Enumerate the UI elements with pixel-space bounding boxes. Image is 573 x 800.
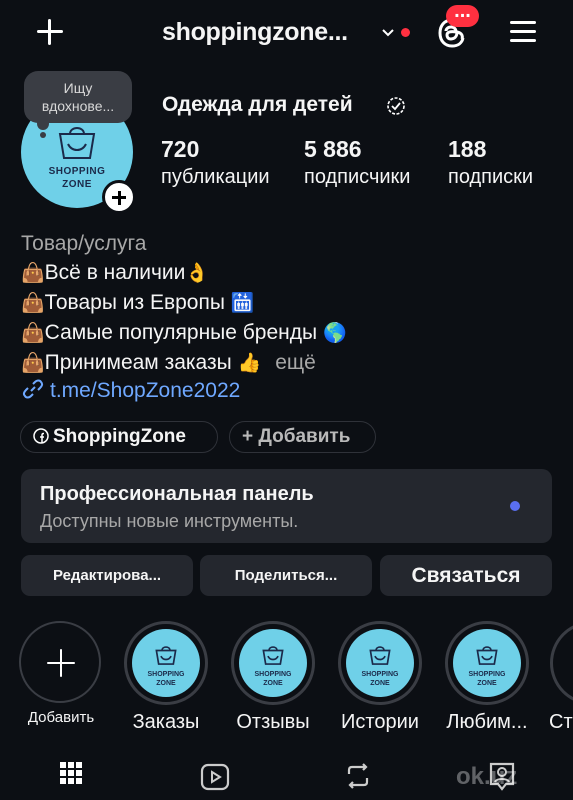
highlight-item[interactable]: SHOPPING ZONE Заказы — [124, 621, 208, 733]
bio-line: 👜Самые популярные бренды 🌎 — [21, 318, 347, 348]
stat-followers[interactable]: 5 886 подписчики — [304, 136, 410, 189]
verified-badge-icon — [387, 97, 405, 115]
add-link-chip[interactable]: + Добавить — [229, 421, 376, 453]
note-text-line1: Ищу — [63, 80, 93, 96]
facebook-chip-label: ShoppingZone — [53, 426, 186, 447]
logo-text-line1: SHOPPING — [48, 166, 106, 177]
bag-emoji: 👜 — [21, 323, 45, 344]
bio-line-text: Всё в наличии — [44, 261, 186, 284]
share-profile-button[interactable]: Поделиться... — [200, 555, 372, 596]
ok-hand-emoji: 👌 — [185, 263, 210, 284]
bag-emoji: 👜 — [21, 353, 45, 374]
note-bubble-tail-small — [40, 132, 46, 138]
bio-more-link[interactable]: ещё — [275, 351, 316, 374]
notification-badge[interactable]: ... — [446, 1, 479, 27]
shopping-bag-icon — [155, 646, 177, 665]
profile-name: Одежда для детей — [162, 93, 353, 116]
highlight-add[interactable]: Добавить — [19, 621, 103, 726]
stat-followers-value: 5 886 — [304, 136, 362, 162]
unread-dot — [401, 28, 410, 37]
edit-profile-button[interactable]: Редактирова... — [21, 555, 193, 596]
logo-text-line1: SHOPPING — [468, 671, 506, 678]
logo-text-line2: ZONE — [477, 680, 497, 687]
grid-icon[interactable] — [60, 762, 82, 784]
bio-line: 👜Всё в наличии👌 — [21, 258, 347, 288]
bio-line-text: Самые популярные бренды — [44, 321, 323, 344]
create-plus-icon[interactable] — [32, 14, 68, 50]
logo-text-line2: ZONE — [156, 680, 176, 687]
bio: Товар/услуга 👜Всё в наличии👌 👜Товары из … — [21, 229, 347, 378]
shopping-bag-icon — [369, 646, 391, 665]
link-icon — [22, 379, 44, 399]
logo-text-line1: SHOPPING — [147, 671, 185, 678]
bag-emoji: 👜 — [21, 263, 45, 284]
logo-text-line1: SHOPPING — [254, 671, 292, 678]
chevron-down-icon[interactable] — [381, 26, 395, 40]
add-story-button[interactable] — [102, 180, 136, 214]
shopping-bag-icon — [476, 646, 498, 665]
shopping-bag-icon — [58, 127, 96, 159]
highlight-item[interactable]: SHOPPING ZONE Отзывы — [231, 621, 315, 733]
watermark: ok.uz — [456, 763, 518, 790]
bio-line: 👜Принимеам заказы 👍 ещё — [21, 348, 347, 378]
facebook-chip[interactable]: ShoppingZone — [20, 421, 218, 453]
highlight-label: Истории — [341, 711, 419, 733]
plus-icon — [19, 621, 101, 703]
reels-icon[interactable] — [200, 762, 230, 792]
highlight-item[interactable]: SHOPPING ZONE Истории — [338, 621, 422, 733]
globe-emoji: 🌎 — [322, 323, 347, 344]
highlight-label: Заказы — [132, 711, 200, 733]
stat-posts-label: публикации — [161, 166, 270, 188]
stat-following-label: подписки — [448, 166, 534, 188]
stat-following[interactable]: 188 подписки — [448, 136, 533, 189]
note-bubble[interactable]: Ищу вдохнове... — [24, 71, 132, 123]
bio-link[interactable]: t.me/ShopZone2022 — [22, 378, 240, 403]
bio-line: 👜Товары из Европы 🛗 — [21, 288, 347, 318]
bio-line-text: Товары из Европы — [44, 291, 231, 314]
facebook-icon — [33, 428, 49, 444]
top-bar: shoppingzone... ... — [0, 0, 573, 68]
highlight-cover: SHOPPING ZONE — [346, 629, 414, 697]
logo-text-line2: ZONE — [263, 680, 283, 687]
pro-panel-subtitle: Доступны новые инструменты. — [40, 511, 299, 531]
bio-line-text: Принимеам заказы — [44, 351, 238, 374]
pro-panel-dot — [510, 501, 520, 511]
highlight-label: Любим... — [446, 711, 528, 733]
highlight-cover: SHOPPING ZONE — [239, 629, 307, 697]
stat-followers-label: подписчики — [304, 166, 411, 188]
contact-button[interactable]: Связаться — [380, 555, 552, 596]
highlight-item[interactable]: SHOPPING ZONE Любим... — [445, 621, 529, 733]
bio-category: Товар/услуга — [21, 232, 147, 255]
note-text-line2: вдохнове... — [41, 98, 115, 114]
logo-text-line2: ZONE — [370, 680, 390, 687]
menu-icon[interactable] — [508, 18, 540, 46]
stat-following-value: 188 — [448, 136, 487, 162]
stat-posts-value: 720 — [161, 136, 200, 162]
professional-dashboard[interactable]: Профессиональная панель Доступны новые и… — [21, 469, 552, 543]
stat-posts[interactable]: 720 публикации — [161, 136, 270, 189]
thumbs-up-emoji: 👍 — [237, 353, 262, 374]
highlight-label: Ст — [550, 711, 573, 733]
bio-link-text: t.me/ShopZone2022 — [50, 379, 241, 402]
highlight-cover: SHOPPING ZONE — [453, 629, 521, 697]
bag-emoji: 👜 — [21, 293, 45, 314]
highlight-cover: SHOPPING ZONE — [132, 629, 200, 697]
family-emoji: 🛗 — [230, 293, 255, 314]
highlight-label: Отзывы — [236, 711, 310, 733]
reposts-icon[interactable] — [344, 762, 372, 790]
shopping-bag-icon — [262, 646, 284, 665]
pro-panel-title: Профессиональная панель — [40, 483, 314, 505]
logo-text-line1: SHOPPING — [361, 671, 399, 678]
highlight-item-partial[interactable]: Ст — [550, 621, 573, 751]
username[interactable]: shoppingzone... — [162, 18, 348, 47]
